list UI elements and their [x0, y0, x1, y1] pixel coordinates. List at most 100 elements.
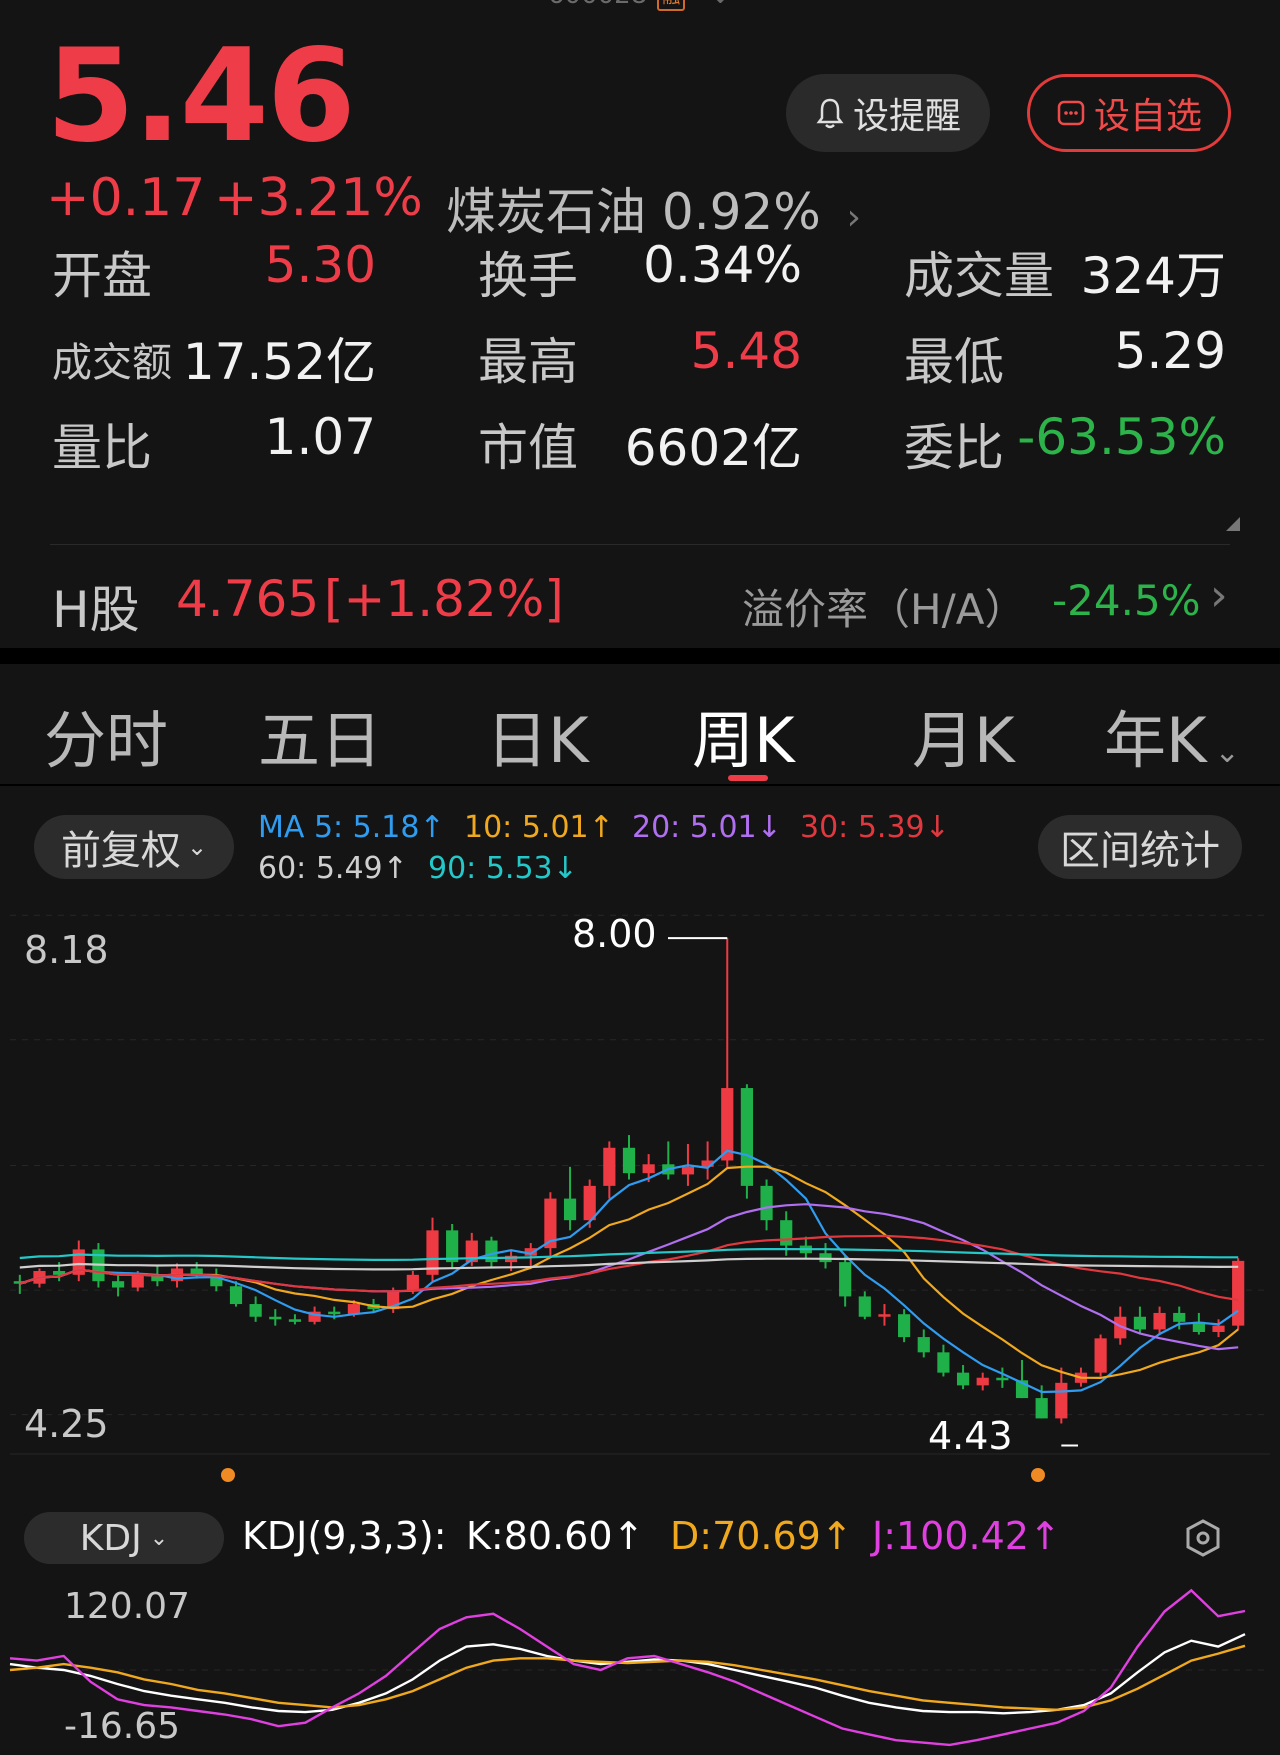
- candle-body: [839, 1262, 852, 1297]
- max-price-annotation: 8.00: [572, 912, 657, 956]
- tab-daily-k[interactable]: 日K: [486, 690, 589, 780]
- candle-body: [780, 1220, 793, 1246]
- stat-value-order-ratio: -63.53%: [1017, 408, 1226, 466]
- stat-value-open: 5.30: [264, 236, 376, 294]
- candle-body: [446, 1230, 459, 1263]
- candle-body: [1232, 1260, 1245, 1326]
- kdj-line-k: [9, 1633, 1246, 1715]
- chevron-right-icon[interactable]: ›: [1210, 570, 1228, 621]
- active-tab-indicator: [728, 775, 768, 781]
- set-alert-button[interactable]: 设提醒: [786, 74, 990, 152]
- hshare-label: H股: [52, 581, 140, 639]
- candle-body: [642, 1164, 655, 1174]
- candle-body: [328, 1311, 341, 1315]
- indicator-select-label: KDJ: [79, 1517, 142, 1559]
- candle-body: [917, 1337, 930, 1353]
- candle-body: [1035, 1398, 1048, 1419]
- kdj-axis-max-label: 120.07: [64, 1586, 190, 1627]
- candle-body: [1212, 1325, 1225, 1332]
- candle-body: [1055, 1382, 1068, 1419]
- tab-intraday[interactable]: 分时: [44, 690, 168, 780]
- candle-body: [740, 1088, 753, 1186]
- ma30-label: 30: 5.39↓: [800, 810, 950, 845]
- set-alert-label: 设提醒: [852, 96, 961, 137]
- adjust-select[interactable]: 前复权 ⌄: [34, 815, 234, 879]
- candle-body: [1133, 1316, 1147, 1330]
- stat-value-market-cap: 6602亿: [624, 419, 802, 477]
- price-change-percent: +3.21%: [214, 168, 423, 228]
- candle-body: [1153, 1312, 1166, 1330]
- candle-body: [229, 1286, 243, 1305]
- settings-icon[interactable]: [1184, 1518, 1222, 1558]
- stat-value-volume: 324万: [1080, 247, 1226, 305]
- candle-body: [898, 1314, 911, 1338]
- bell-icon: [816, 98, 844, 129]
- stat-value-low: 5.29: [1114, 322, 1226, 380]
- candle-body: [878, 1314, 891, 1317]
- candle-body: [563, 1198, 577, 1221]
- sector-text: 煤炭石油 0.92%: [446, 183, 821, 241]
- kdj-j-value: J:100.42↑: [872, 1514, 1061, 1558]
- chevron-down-icon: ⌄: [186, 833, 208, 861]
- tab-yearly-k-label: 年K: [1104, 704, 1207, 777]
- ma10-label: 10: 5.01↑: [464, 810, 614, 845]
- divider: [50, 544, 1230, 545]
- expand-corner-icon[interactable]: [1226, 517, 1240, 531]
- kdj-axis-min-label: -16.65: [64, 1706, 181, 1747]
- chevron-right-icon: ›: [846, 197, 862, 238]
- event-dot: [221, 1468, 235, 1482]
- y-axis-min-label: 4.25: [24, 1402, 109, 1446]
- tab-yearly-k[interactable]: 年K ⌄: [1104, 690, 1240, 780]
- chevron-down-icon: ⌄: [1214, 735, 1240, 770]
- candle-body: [1094, 1338, 1107, 1373]
- stock-code-text: 600028: [548, 0, 647, 10]
- candle-body: [249, 1304, 262, 1317]
- premium-value: -24.5%: [1052, 576, 1201, 625]
- current-price: 5.46: [46, 22, 356, 171]
- premium-label: 溢价率（H/A）: [742, 585, 1027, 634]
- hshare-price: 4.765: [176, 570, 320, 628]
- chevron-down-icon[interactable]: ⌄: [710, 0, 732, 10]
- stat-value-turnover: 0.34%: [643, 236, 802, 294]
- margin-badge: 融: [657, 0, 686, 11]
- add-favorite-button[interactable]: 设自选: [1027, 74, 1231, 152]
- stock-code: 600028 融 ⌄: [548, 0, 731, 11]
- candle-body: [996, 1377, 1009, 1381]
- sector-link[interactable]: 煤炭石油 0.92% ›: [446, 172, 861, 244]
- candle-body: [721, 1088, 734, 1161]
- candle-body: [603, 1147, 616, 1186]
- stat-value-amount: 17.52亿: [182, 333, 376, 391]
- candle-body: [819, 1253, 832, 1263]
- kdj-d-value: D:70.69↑: [670, 1514, 853, 1558]
- tab-monthly-k[interactable]: 月K: [912, 690, 1015, 780]
- stat-value-high: 5.48: [690, 322, 802, 380]
- candle-body: [622, 1147, 636, 1174]
- tab-weekly-k[interactable]: 周K: [692, 690, 795, 780]
- price-change: +0.17: [46, 168, 206, 228]
- min-price-annotation: 4.43: [928, 1414, 1013, 1458]
- range-stats-button[interactable]: 区间统计: [1038, 815, 1242, 879]
- candle-body: [583, 1185, 596, 1221]
- candle-body: [131, 1274, 144, 1288]
- candle-body: [111, 1281, 125, 1288]
- chevron-down-icon: ⌄: [149, 1525, 169, 1551]
- indicator-select[interactable]: KDJ ⌄: [24, 1512, 224, 1564]
- candle-body: [937, 1352, 950, 1373]
- adjust-select-label: 前复权: [60, 828, 181, 874]
- watchlist-icon: [1057, 100, 1085, 126]
- candle-body: [956, 1372, 970, 1386]
- candle-body: [858, 1296, 871, 1317]
- event-dot: [1031, 1468, 1045, 1482]
- tab-five-day[interactable]: 五日: [258, 690, 382, 780]
- kdj-chart[interactable]: [0, 1580, 1280, 1755]
- y-axis-max-label: 8.18: [24, 928, 109, 972]
- kdj-params: KDJ(9,3,3):: [242, 1514, 447, 1558]
- candle-body: [269, 1316, 282, 1320]
- period-tabs: [0, 664, 1280, 784]
- candle-body: [288, 1319, 302, 1322]
- ma5-label: MA 5: 5.18↑: [258, 810, 445, 845]
- candlestick-chart[interactable]: [0, 880, 1280, 1500]
- add-favorite-label: 设自选: [1093, 96, 1202, 137]
- stat-value-volume-ratio: 1.07: [264, 408, 376, 466]
- candle-body: [1173, 1312, 1186, 1322]
